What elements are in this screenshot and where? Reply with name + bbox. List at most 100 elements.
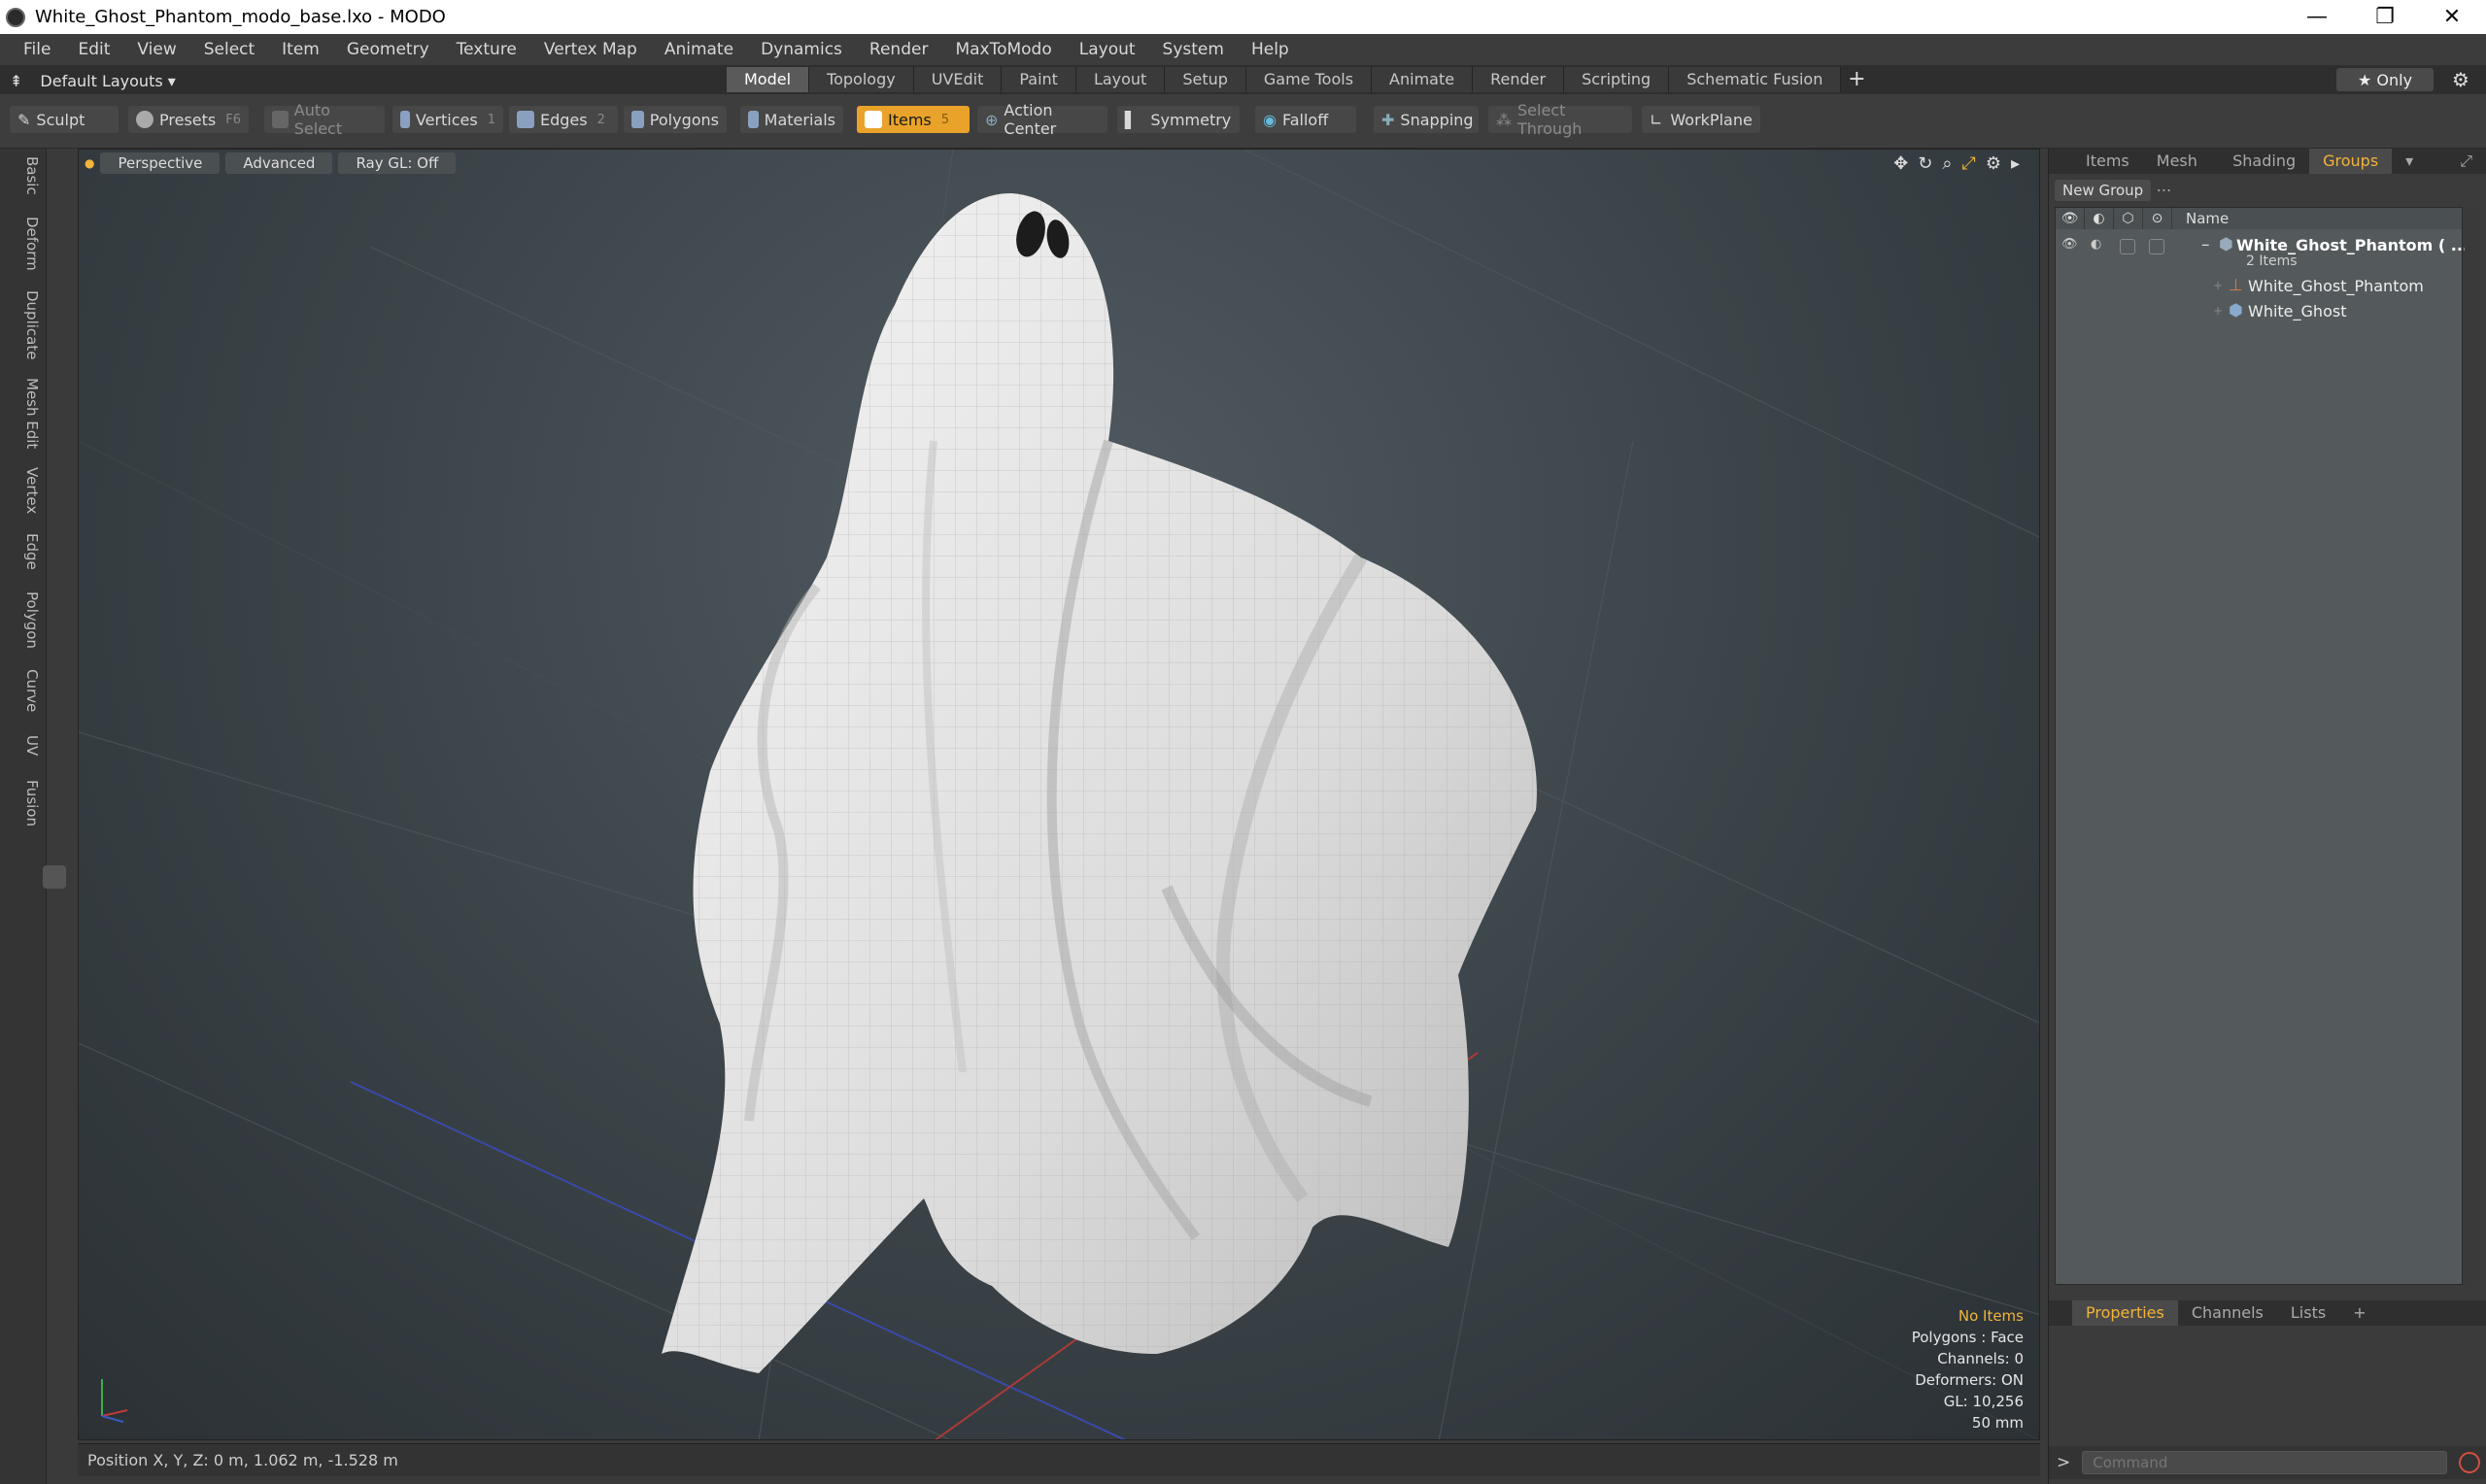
lock-column-icon[interactable]: ⬡ (2114, 208, 2143, 229)
collapse-icon[interactable]: – (2201, 235, 2210, 254)
tree-row-mesh[interactable]: + ⬢ White_Ghost (2056, 299, 2462, 322)
vtab-fusion[interactable]: Fusion (23, 780, 41, 826)
select-column-icon[interactable]: ⊙ (2143, 208, 2172, 229)
layout-tab-bar: ⇞ Default Layouts ▾ Model Topology UVEdi… (0, 65, 2486, 94)
tab-channels[interactable]: Channels (2178, 1300, 2277, 1326)
default-layouts-dropdown[interactable]: ⇞ Default Layouts ▾ (10, 69, 176, 92)
vtab-basic[interactable]: Basic (23, 156, 41, 195)
workplane-button[interactable]: ∟ WorkPlane (1642, 106, 1760, 133)
expand-strip-button[interactable] (43, 865, 66, 889)
viewport-menu-icon[interactable]: ● (85, 156, 94, 170)
action-center-button[interactable]: ⊕ Action Center (977, 101, 1107, 138)
menu-view[interactable]: View (123, 40, 189, 59)
group-icon: ⬢ (2219, 235, 2233, 254)
gl-count-label: GL: 10,256 (1943, 1393, 2024, 1410)
viewport-expand-icon[interactable]: ▸ (2011, 153, 2020, 174)
fit-icon[interactable]: ⤢ (1961, 153, 1975, 174)
menu-maxtomodo[interactable]: MaxToModo (941, 40, 1065, 59)
maximize-button[interactable]: ❐ (2351, 0, 2419, 34)
vtab-edge[interactable]: Edge (23, 533, 41, 570)
snapping-button[interactable]: ✚ Snapping (1374, 106, 1479, 133)
tab-properties[interactable]: Properties (2072, 1300, 2178, 1326)
menu-animate[interactable]: Animate (651, 40, 747, 59)
menu-layout[interactable]: Layout (1066, 40, 1149, 59)
render-icon[interactable]: ◐ (2091, 237, 2106, 253)
tab-render[interactable]: Render (1473, 67, 1565, 92)
menu-system[interactable]: System (1149, 40, 1238, 59)
tree-row-locator[interactable]: + ⊥ White_Ghost_Phantom (2056, 274, 2462, 297)
falloff-button[interactable]: ◉ Falloff (1255, 106, 1356, 133)
presets-button[interactable]: Presets F6 (128, 106, 249, 133)
menu-texture[interactable]: Texture (443, 40, 530, 59)
perspective-button[interactable]: Perspective (100, 152, 221, 174)
render-column-icon[interactable]: ◐ (2085, 208, 2114, 229)
menu-dynamics[interactable]: Dynamics (747, 40, 856, 59)
minimize-button[interactable]: — (2283, 0, 2351, 34)
tab-shading[interactable]: Shading (2219, 149, 2309, 174)
viewport-settings-icon[interactable]: ⚙ (1986, 153, 2001, 174)
edges-button[interactable]: Edges 2 (509, 106, 618, 133)
pan-icon[interactable]: ✥ (1893, 153, 1908, 174)
zoom-icon[interactable]: ⌕ (1942, 153, 1952, 174)
vtab-curve[interactable]: Curve (23, 669, 41, 712)
vertices-button[interactable]: Vertices 1 (392, 106, 503, 133)
tab-model[interactable]: Model (727, 67, 810, 92)
menu-edit[interactable]: Edit (64, 40, 123, 59)
menu-help[interactable]: Help (1238, 40, 1303, 59)
tab-schematic-fusion[interactable]: Schematic Fusion (1669, 67, 1842, 92)
select-through-button[interactable]: ⁂ Select Through (1488, 101, 1632, 138)
right-panel-tabs: Items Mesh ... Shading Groups ▾ ⤢ (2049, 149, 2486, 195)
left-tool-strip: Basic Deform Duplicate Mesh Edit Vertex … (0, 149, 66, 1484)
add-tab-icon[interactable]: + (1841, 67, 1872, 92)
menu-render[interactable]: Render (856, 40, 942, 59)
only-toggle[interactable]: ★ Only (2336, 68, 2434, 91)
vtab-vertex[interactable]: Vertex (23, 467, 41, 514)
menu-geometry[interactable]: Geometry (333, 40, 443, 59)
tree-scrollbar[interactable] (2465, 207, 2478, 1285)
tab-uvedit[interactable]: UVEdit (913, 67, 1003, 92)
brush-icon: ✎ (17, 110, 31, 129)
panel-expand-icon[interactable]: ⤢ (2446, 149, 2486, 174)
visibility-column-icon[interactable]: 👁 (2056, 208, 2085, 229)
menu-item[interactable]: Item (268, 40, 333, 59)
items-button[interactable]: Items 5 (857, 106, 970, 133)
menu-file[interactable]: File (10, 40, 64, 59)
tab-scripting[interactable]: Scripting (1564, 67, 1670, 92)
stop-icon[interactable] (2459, 1452, 2481, 1473)
tab-setup[interactable]: Setup (1165, 67, 1246, 92)
tab-animate[interactable]: Animate (1372, 67, 1474, 92)
tab-lists[interactable]: Lists (2277, 1300, 2339, 1326)
advanced-button[interactable]: Advanced (225, 152, 333, 174)
tab-topology[interactable]: Topology (809, 67, 914, 92)
vtab-duplicate[interactable]: Duplicate (23, 290, 41, 359)
command-prompt-icon: > (2057, 1453, 2071, 1472)
tab-groups[interactable]: Groups (2309, 149, 2393, 174)
auto-select-button[interactable]: Auto Select (264, 101, 385, 138)
menu-select[interactable]: Select (190, 40, 268, 59)
sculpt-button[interactable]: ✎ Sculpt (10, 106, 119, 133)
close-button[interactable]: ✕ (2418, 0, 2486, 34)
vtab-uv[interactable]: UV (23, 735, 41, 756)
raygl-button[interactable]: Ray GL: Off (338, 152, 457, 174)
vtab-deform[interactable]: Deform (23, 217, 41, 271)
rotate-icon[interactable]: ↻ (1918, 153, 1932, 174)
command-input[interactable] (2082, 1451, 2448, 1474)
new-group-button[interactable]: New Group (2055, 180, 2152, 201)
eye-icon[interactable]: 👁 (2061, 237, 2078, 253)
add-panel-tab-icon[interactable]: + (2339, 1300, 2379, 1326)
tab-mesh[interactable]: Mesh ... (2143, 149, 2219, 195)
tab-paint[interactable]: Paint (1002, 67, 1076, 92)
gear-icon[interactable]: ⚙ (2448, 68, 2473, 91)
polygons-button[interactable]: Polygons (624, 106, 727, 133)
menu-vertex-map[interactable]: Vertex Map (530, 40, 651, 59)
3d-viewport[interactable]: ● Perspective Advanced Ray GL: Off ✥ ↻ ⌕… (78, 149, 2040, 1440)
tabs-dropdown-icon[interactable]: ▾ (2392, 149, 2427, 174)
tab-layout[interactable]: Layout (1075, 67, 1166, 92)
polygons-mode-label: Polygons : Face (1911, 1329, 2024, 1346)
tab-items[interactable]: Items (2072, 149, 2143, 174)
vtab-polygon[interactable]: Polygon (23, 591, 41, 649)
tab-game-tools[interactable]: Game Tools (1245, 67, 1373, 92)
materials-button[interactable]: Materials (740, 106, 843, 133)
symmetry-button[interactable]: ▌ Symmetry (1117, 106, 1240, 133)
vtab-mesh-edit[interactable]: Mesh Edit (23, 378, 41, 449)
